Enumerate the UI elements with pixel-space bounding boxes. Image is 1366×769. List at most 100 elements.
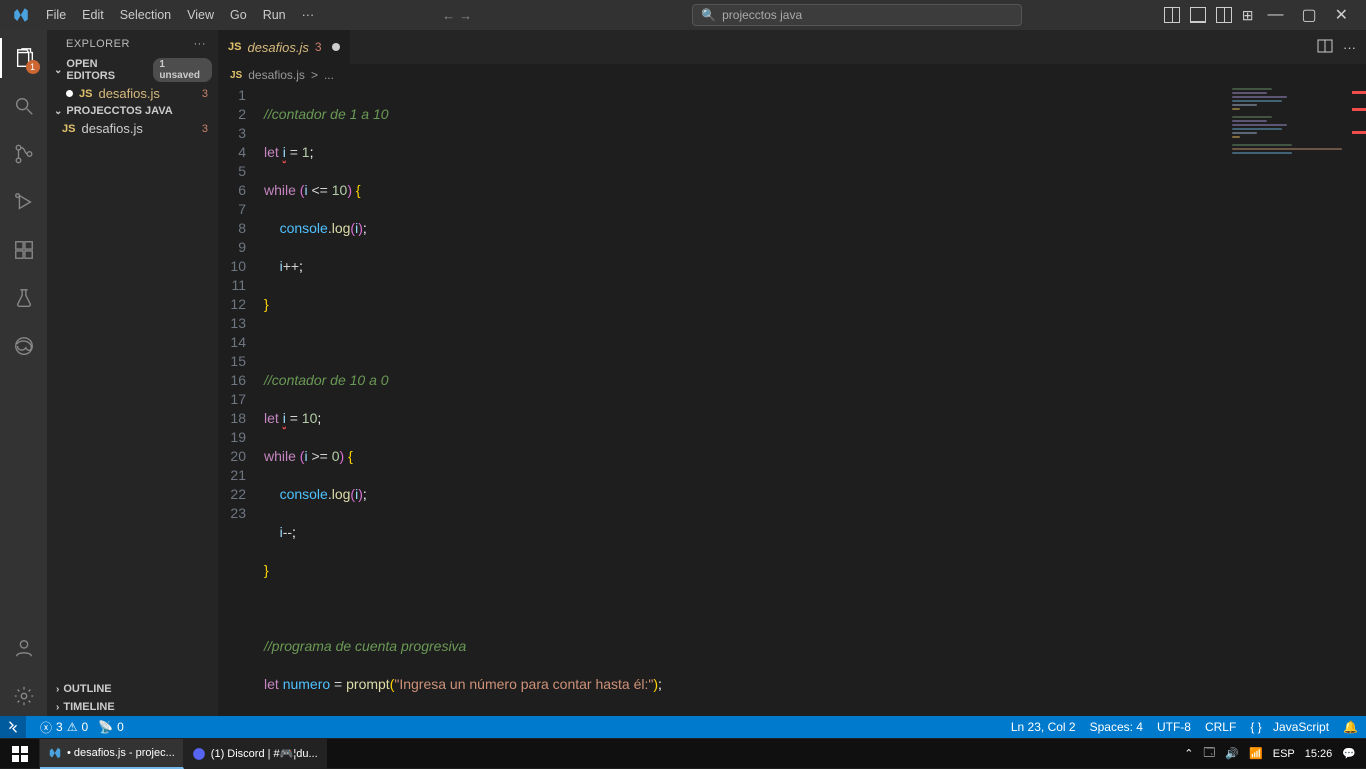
breadcrumb[interactable]: JS desafios.js > ... bbox=[218, 64, 1366, 86]
menu-go[interactable]: Go bbox=[222, 0, 255, 30]
run-debug-icon[interactable] bbox=[0, 182, 48, 222]
error-count: 3 bbox=[56, 720, 63, 734]
start-button[interactable] bbox=[0, 739, 40, 769]
search-box[interactable]: 🔍 projecctos java bbox=[692, 4, 1022, 26]
testing-icon[interactable] bbox=[0, 278, 48, 318]
window-close-icon[interactable]: ✕ bbox=[1331, 5, 1352, 25]
search-tab-icon[interactable] bbox=[0, 86, 48, 126]
js-file-icon: JS bbox=[228, 41, 241, 53]
unsaved-badge: 1 unsaved bbox=[153, 58, 212, 82]
sidebar-header: EXPLORER ··· bbox=[48, 30, 218, 56]
tray-battery-icon[interactable]: 🗔 bbox=[1203, 744, 1215, 763]
taskbar-vscode-label: • desafios.js - projec... bbox=[67, 747, 175, 759]
notifications-icon[interactable]: 🔔 bbox=[1343, 720, 1358, 734]
nav-forward-icon[interactable]: → bbox=[459, 8, 472, 23]
modified-dot-icon bbox=[66, 90, 73, 97]
js-file-icon: JS bbox=[79, 88, 92, 100]
status-left: ⓧ 3 ⚠ 0 📡0 bbox=[40, 719, 124, 736]
outline-section[interactable]: › OUTLINE bbox=[48, 680, 218, 698]
js-file-icon: JS bbox=[230, 70, 242, 81]
open-editors-label: OPEN EDITORS bbox=[66, 58, 145, 82]
problems-status[interactable]: ⓧ3 ⚠0 bbox=[40, 719, 88, 736]
title-right-icons: ⊞ — ▢ ✕ bbox=[1164, 5, 1362, 25]
window-maximize-icon[interactable]: ▢ bbox=[1297, 5, 1320, 25]
chevron-right-icon: › bbox=[56, 684, 59, 695]
folder-section[interactable]: ⌄ PROJECCTOS JAVA bbox=[48, 103, 218, 119]
taskbar-vscode[interactable]: • desafios.js - projec... bbox=[40, 739, 184, 769]
error-icon: ⓧ bbox=[40, 719, 52, 736]
extensions-icon[interactable] bbox=[0, 230, 48, 270]
explorer-badge: 1 bbox=[26, 60, 40, 74]
menu-run[interactable]: Run bbox=[255, 0, 294, 30]
timeline-label: TIMELINE bbox=[63, 701, 114, 713]
window-minimize-icon[interactable]: — bbox=[1263, 6, 1287, 24]
edge-icon[interactable] bbox=[0, 326, 48, 366]
menu-edit[interactable]: Edit bbox=[74, 0, 112, 30]
open-editor-file[interactable]: JS desafios.js 3 bbox=[48, 84, 218, 103]
encoding[interactable]: UTF-8 bbox=[1157, 720, 1191, 734]
cursor-position[interactable]: Ln 23, Col 2 bbox=[1011, 720, 1076, 734]
indentation[interactable]: Spaces: 4 bbox=[1090, 720, 1143, 734]
more-actions-icon[interactable]: ··· bbox=[1343, 40, 1356, 55]
tray-notifications-icon[interactable]: 💬 bbox=[1342, 747, 1356, 760]
sidebar-more-icon[interactable]: ··· bbox=[194, 38, 207, 50]
menu-selection[interactable]: Selection bbox=[112, 0, 179, 30]
outline-label: OUTLINE bbox=[63, 683, 111, 695]
layout-customize-icon[interactable]: ⊞ bbox=[1242, 7, 1254, 24]
editor-tab[interactable]: JS desafios.js 3 bbox=[218, 30, 351, 64]
breadcrumb-file: desafios.js bbox=[248, 68, 305, 82]
ports-count: 0 bbox=[117, 720, 124, 734]
folder-label: PROJECCTOS JAVA bbox=[66, 105, 172, 117]
layout-sidebar-left-icon[interactable] bbox=[1164, 7, 1180, 23]
chevron-down-icon: ⌄ bbox=[54, 65, 62, 76]
account-icon[interactable] bbox=[0, 628, 48, 668]
open-editors-section[interactable]: ⌄ OPEN EDITORS 1 unsaved bbox=[48, 56, 218, 84]
code-content[interactable]: //contador de 1 a 10 let i = 1; while (i… bbox=[264, 86, 1366, 716]
tab-problems: 3 bbox=[315, 40, 322, 54]
settings-gear-icon[interactable] bbox=[0, 676, 48, 716]
system-tray: ⌃ 🗔 🔊 📶 ESP 15:26 💬 bbox=[1174, 744, 1366, 763]
explorer-icon[interactable]: 1 bbox=[0, 38, 48, 78]
problem-count: 3 bbox=[202, 123, 212, 135]
breadcrumb-sep: > bbox=[311, 68, 318, 82]
overview-ruler[interactable] bbox=[1352, 86, 1366, 716]
nav-back-icon[interactable]: ← bbox=[442, 8, 455, 23]
menu-more[interactable]: ··· bbox=[294, 0, 323, 30]
code-area[interactable]: 1234567891011121314151617181920212223 //… bbox=[218, 86, 1366, 716]
file-name: desafios.js bbox=[81, 121, 142, 136]
braces-icon: { } bbox=[1250, 720, 1261, 734]
split-editor-icon[interactable] bbox=[1317, 38, 1333, 57]
tray-volume-icon[interactable]: 🔊 bbox=[1225, 747, 1239, 760]
layout-sidebar-right-icon[interactable] bbox=[1216, 7, 1232, 23]
tray-clock[interactable]: 15:26 bbox=[1305, 748, 1333, 760]
layout-panel-icon[interactable] bbox=[1190, 7, 1206, 23]
menubar: File Edit Selection View Go Run ··· ← → … bbox=[0, 0, 1366, 30]
editor: JS desafios.js 3 ··· JS desafios.js > ..… bbox=[218, 30, 1366, 716]
tray-chevron-icon[interactable]: ⌃ bbox=[1184, 747, 1193, 760]
editor-tabs: JS desafios.js 3 ··· bbox=[218, 30, 1366, 64]
timeline-section[interactable]: › TIMELINE bbox=[48, 698, 218, 716]
ports-status[interactable]: 📡0 bbox=[98, 719, 124, 736]
problem-count: 3 bbox=[202, 88, 212, 100]
menu-view[interactable]: View bbox=[179, 0, 222, 30]
menu-file[interactable]: File bbox=[38, 0, 74, 30]
language-mode[interactable]: { } JavaScript bbox=[1250, 720, 1329, 734]
minimap[interactable] bbox=[1232, 86, 1352, 146]
taskbar-discord[interactable]: (1) Discord | #🎮¦du... bbox=[184, 739, 327, 769]
tray-language[interactable]: ESP bbox=[1273, 748, 1295, 760]
sidebar: EXPLORER ··· ⌄ OPEN EDITORS 1 unsaved JS… bbox=[48, 30, 218, 716]
warning-icon: ⚠ bbox=[67, 720, 78, 734]
vscode-logo-icon bbox=[12, 6, 30, 24]
remote-indicator[interactable] bbox=[0, 716, 26, 738]
folder-file[interactable]: JS desafios.js 3 bbox=[48, 119, 218, 138]
main: 1 EXPLORER ··· ⌄ OPEN EDITORS 1 unsaved … bbox=[0, 30, 1366, 716]
source-control-icon[interactable] bbox=[0, 134, 48, 174]
nav-arrows: ← → bbox=[442, 8, 472, 23]
chevron-right-icon: › bbox=[56, 702, 59, 713]
chevron-down-icon: ⌄ bbox=[54, 106, 62, 117]
tray-wifi-icon[interactable]: 📶 bbox=[1249, 747, 1263, 760]
sidebar-bottom: › OUTLINE › TIMELINE bbox=[48, 680, 218, 716]
taskbar-discord-label: (1) Discord | #🎮¦du... bbox=[211, 747, 318, 760]
eol[interactable]: CRLF bbox=[1205, 720, 1236, 734]
breadcrumb-rest: ... bbox=[324, 68, 334, 82]
